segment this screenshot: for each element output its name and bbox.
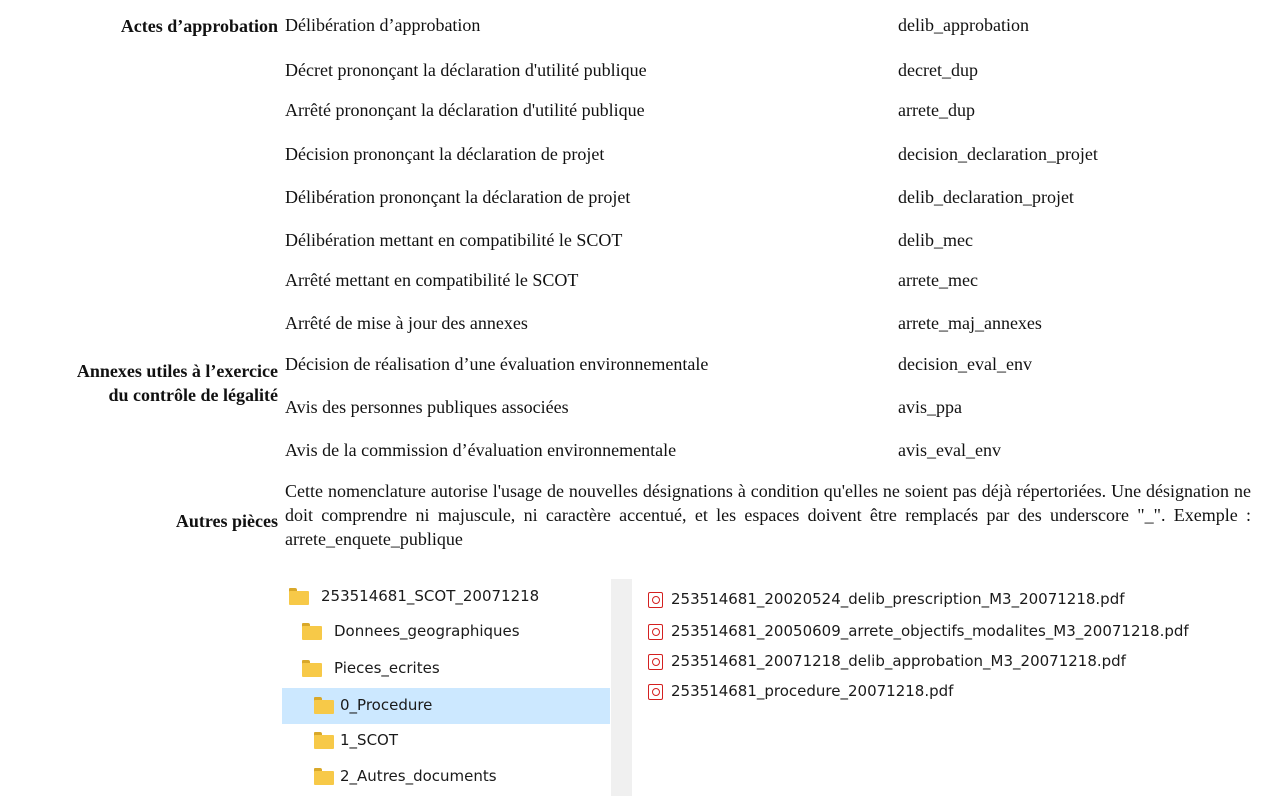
- nomenclature-row: Avis de la commission d’évaluation envir…: [0, 435, 1272, 465]
- file-name: 253514681_20071218_delib_approbation_M3_…: [671, 652, 1126, 670]
- row-description: Délibération mettant en compatibilité le…: [285, 230, 623, 250]
- folder-icon: [302, 660, 322, 677]
- tree-item-0-procedure[interactable]: 0_Procedure: [282, 688, 610, 724]
- nomenclature-row: Arrêté de mise à jour des annexes arrete…: [0, 308, 1272, 338]
- row-description: Avis de la commission d’évaluation envir…: [285, 440, 677, 460]
- nomenclature-row: Décision de réalisation d’une évaluation…: [0, 349, 1272, 379]
- tree-item-label: 0_Procedure: [340, 696, 433, 714]
- row-code: decision_declaration_projet: [898, 144, 1098, 164]
- nomenclature-row: Arrêté mettant en compatibilité le SCOT …: [0, 265, 1272, 295]
- row-description: Décision de réalisation d’une évaluation…: [285, 354, 709, 374]
- pane-separator[interactable]: [611, 579, 632, 796]
- file-name: 253514681_20050609_arrete_objectifs_moda…: [671, 622, 1189, 640]
- nomenclature-row: Décret prononçant la déclaration d'utili…: [0, 55, 1272, 85]
- folder-icon: [289, 588, 309, 605]
- row-description: Arrêté de mise à jour des annexes: [285, 313, 528, 333]
- nomenclature-row: Délibération mettant en compatibilité le…: [0, 225, 1272, 255]
- tree-item-label: 2_Autres_documents: [340, 767, 497, 785]
- row-description: Arrêté prononçant la déclaration d'utili…: [285, 100, 645, 120]
- row-description: Arrêté mettant en compatibilité le SCOT: [285, 270, 579, 290]
- tree-item-label: Pieces_ecrites: [334, 659, 440, 677]
- row-description: Décision prononçant la déclaration de pr…: [285, 144, 605, 164]
- row-code: arrete_dup: [898, 100, 975, 120]
- row-description: Délibération prononçant la déclaration d…: [285, 187, 631, 207]
- pdf-icon: [648, 684, 663, 700]
- tree-item-1-scot[interactable]: 1_SCOT: [282, 723, 610, 758]
- nomenclature-row: Décision prononçant la déclaration de pr…: [0, 139, 1272, 169]
- pdf-icon: [648, 624, 663, 640]
- file-name: 253514681_20020524_delib_prescription_M3…: [671, 590, 1125, 608]
- row-code: arrete_mec: [898, 270, 978, 290]
- nomenclature-row: Avis des personnes publiques associées a…: [0, 392, 1272, 422]
- tree-item-donnees-geographiques[interactable]: Donnees_geographiques: [282, 614, 610, 649]
- row-code: delib_approbation: [898, 15, 1029, 35]
- file-name: 253514681_procedure_20071218.pdf: [671, 682, 954, 700]
- row-code: avis_eval_env: [898, 440, 1001, 460]
- folder-tree: 253514681_SCOT_20071218 Donnees_geograph…: [282, 579, 610, 796]
- nomenclature-row: Délibération d’approbation delib_approba…: [0, 10, 1272, 40]
- row-code: decision_eval_env: [898, 354, 1032, 374]
- folder-icon: [314, 697, 334, 714]
- tree-item-root[interactable]: 253514681_SCOT_20071218: [282, 579, 610, 614]
- row-description: Délibération d’approbation: [285, 15, 481, 35]
- pdf-icon: [648, 592, 663, 608]
- folder-icon: [314, 732, 334, 749]
- nomenclature-row: Délibération prononçant la déclaration d…: [0, 182, 1272, 212]
- row-code: delib_declaration_projet: [898, 187, 1074, 207]
- nomenclature-row: Arrêté prononçant la déclaration d'utili…: [0, 95, 1272, 125]
- row-description: Avis des personnes publiques associées: [285, 397, 569, 417]
- tree-item-2-autres-documents[interactable]: 2_Autres_documents: [282, 759, 610, 794]
- row-code: decret_dup: [898, 60, 978, 80]
- tree-item-label: 1_SCOT: [340, 731, 399, 749]
- pdf-icon: [648, 654, 663, 670]
- row-code: avis_ppa: [898, 397, 962, 417]
- row-code: arrete_maj_annexes: [898, 313, 1042, 333]
- tree-item-label: 253514681_SCOT_20071218: [321, 587, 540, 605]
- autres-pieces-text: Cette nomenclature autorise l'usage de n…: [285, 481, 1251, 549]
- tree-item-label: Donnees_geographiques: [334, 622, 520, 640]
- category-autres-pieces: Autres pièces: [175, 511, 278, 531]
- folder-icon: [314, 768, 334, 785]
- tree-item-pieces-ecrites[interactable]: Pieces_ecrites: [282, 651, 610, 686]
- row-description: Décret prononçant la déclaration d'utili…: [285, 60, 647, 80]
- folder-icon: [302, 623, 322, 640]
- row-code: delib_mec: [898, 230, 973, 250]
